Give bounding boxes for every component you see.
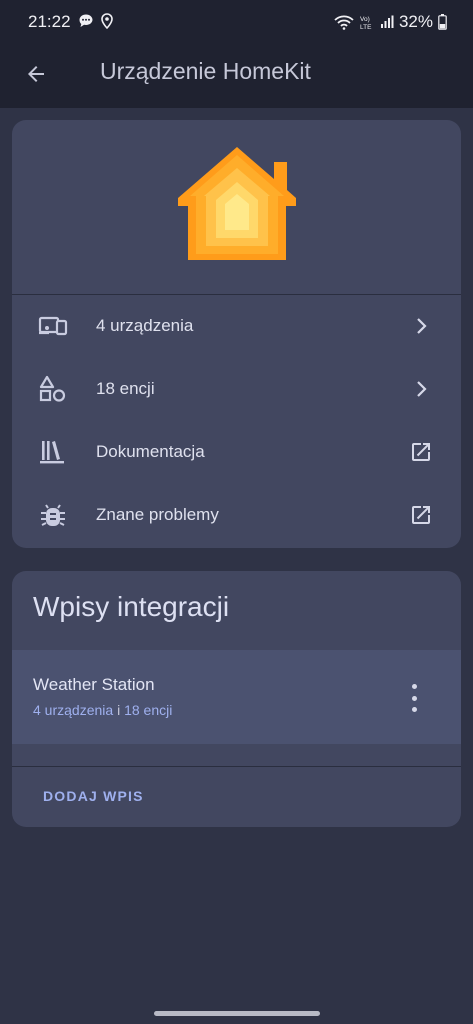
battery-icon	[438, 14, 447, 30]
location-icon	[101, 13, 113, 29]
entry-separator: i	[117, 702, 121, 718]
section-title: Wpisy integracji	[33, 591, 230, 622]
entry-entities-link[interactable]: 18 encji	[124, 702, 172, 718]
documentation-row[interactable]: Dokumentacja	[12, 421, 461, 483]
entry-title: Weather Station	[33, 675, 155, 694]
page-title: Urządzenie HomeKit	[100, 58, 311, 84]
app-bar: Urządzenie HomeKit	[0, 38, 473, 108]
shapes-icon	[39, 375, 66, 402]
svg-text:LTE: LTE	[360, 24, 372, 30]
back-button[interactable]	[18, 56, 54, 92]
documentation-label: Dokumentacja	[96, 442, 205, 461]
arrow-left-icon	[28, 66, 44, 82]
svg-text:Vo): Vo)	[360, 16, 370, 23]
config-entry[interactable]: Weather Station 4 urządzenia i 18 encji	[12, 650, 461, 744]
divider	[12, 766, 461, 767]
library-books-icon	[40, 441, 64, 464]
chat-icon	[79, 14, 93, 27]
integration-info-card: 4 urządzenia 18 encji Dokumentacja Znane…	[12, 120, 461, 548]
dot	[411, 695, 417, 701]
open-in-new-icon	[412, 506, 430, 524]
devices-row[interactable]: 4 urządzenia	[12, 295, 461, 357]
integration-entries-card: Wpisy integracji Weather Station 4 urząd…	[12, 571, 461, 827]
battery-percent: 32%	[398, 12, 433, 31]
entry-subtitle: 4 urządzenia i 18 encji	[33, 702, 172, 718]
logo-area	[12, 120, 461, 294]
bug-icon	[41, 504, 65, 526]
entry-menu-button[interactable]	[407, 684, 421, 712]
devices-icon	[38, 316, 68, 336]
add-entry-button[interactable]: DODAJ WPIS	[43, 788, 144, 804]
signal-icon	[380, 15, 394, 28]
known-issues-label: Znane problemy	[96, 505, 219, 524]
wifi-icon	[334, 15, 354, 30]
chevron-right-icon	[417, 381, 427, 397]
dot	[411, 684, 417, 689]
home-indicator[interactable]	[154, 1011, 320, 1016]
open-in-new-icon	[412, 443, 430, 461]
status-bar: 21:22 Vo) LTE 32%	[0, 0, 473, 38]
status-time: 21:22	[28, 12, 71, 31]
chevron-right-icon	[417, 318, 427, 334]
volte-icon: Vo) LTE	[360, 16, 372, 30]
devices-label: 4 urządzenia	[96, 316, 194, 335]
entry-devices-link[interactable]: 4 urządzenia	[33, 702, 113, 718]
entities-label: 18 encji	[96, 379, 155, 398]
dot	[411, 707, 417, 712]
known-issues-row[interactable]: Znane problemy	[12, 484, 461, 546]
entities-row[interactable]: 18 encji	[12, 358, 461, 420]
homekit-logo	[178, 147, 296, 260]
